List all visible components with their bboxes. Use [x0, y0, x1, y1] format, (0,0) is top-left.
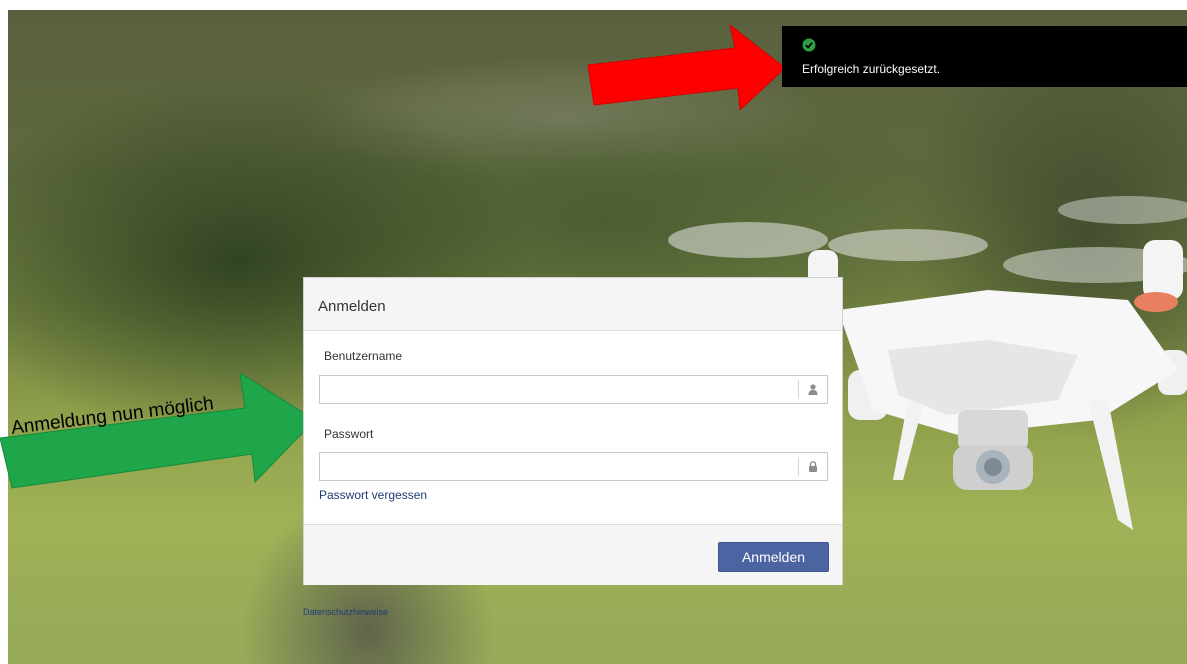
- username-field-group: [319, 375, 828, 404]
- red-arrow-annotation: [587, 23, 786, 110]
- privacy-link[interactable]: Datenschutzhinweise: [303, 607, 388, 617]
- username-input[interactable]: [320, 376, 798, 403]
- login-button[interactable]: Anmelden: [718, 542, 829, 572]
- password-field-group: [319, 452, 828, 481]
- login-header: Anmelden: [304, 278, 842, 331]
- screenshot-frame: Erfolgreich zurückgesetzt. Anmeldung nun…: [0, 0, 1187, 664]
- username-label: Benutzername: [324, 349, 403, 363]
- password-addon: [798, 457, 827, 476]
- lock-icon: [809, 461, 817, 472]
- success-toast: Erfolgreich zurückgesetzt.: [782, 26, 1187, 87]
- login-title: Anmelden: [318, 298, 386, 315]
- toast-message: Erfolgreich zurückgesetzt.: [802, 62, 941, 76]
- password-input[interactable]: [320, 453, 798, 480]
- forgot-password-link[interactable]: Passwort vergessen: [319, 488, 427, 502]
- check-circle-icon: [802, 38, 816, 52]
- user-icon: [808, 384, 818, 395]
- login-panel: Anmelden Benutzername Passwort Passwort …: [303, 277, 843, 585]
- username-addon: [798, 380, 827, 399]
- password-label: Passwort: [324, 427, 374, 441]
- login-footer: Anmelden: [304, 524, 842, 585]
